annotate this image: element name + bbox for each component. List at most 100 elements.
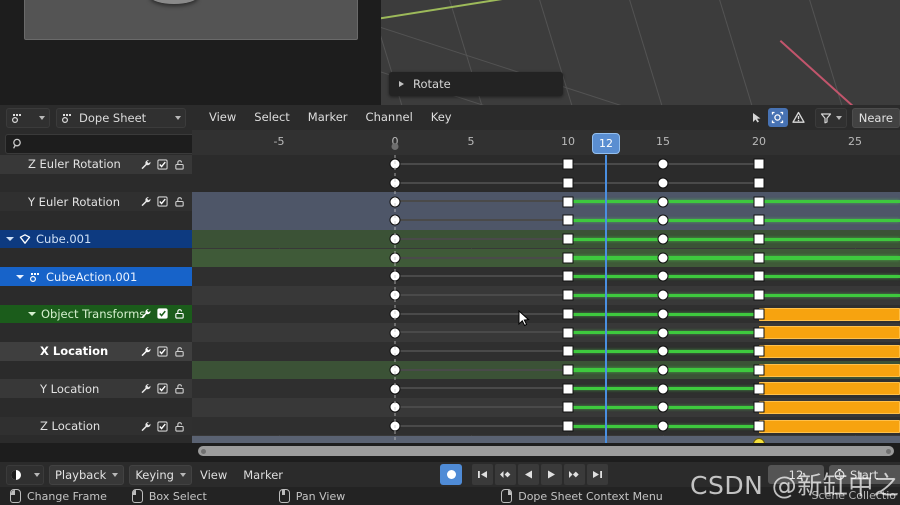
keyframe-row[interactable] [192, 173, 900, 193]
keyframe-row[interactable] [192, 342, 900, 361]
keyframe-row[interactable] [192, 360, 900, 380]
keyframe-row[interactable] [192, 285, 900, 305]
keyframe-square-selected[interactable] [562, 270, 574, 282]
play-button[interactable] [541, 464, 562, 485]
start-frame-field[interactable]: Start [829, 465, 900, 484]
expand-triangle-icon[interactable] [6, 237, 14, 242]
only-show-errors-button[interactable] [789, 108, 809, 127]
keyframe-row[interactable] [192, 192, 900, 212]
visibility-checkbox-icon[interactable] [157, 159, 168, 170]
keyframe-square-selected[interactable] [562, 383, 574, 395]
current-frame-indicator[interactable]: 12 [592, 133, 620, 154]
unlock-icon[interactable] [174, 383, 185, 394]
keyframe-circle[interactable] [657, 420, 669, 432]
unlock-icon[interactable] [174, 159, 185, 170]
editor-type-selector[interactable] [6, 107, 50, 128]
proportional-edit-button[interactable] [767, 108, 788, 127]
keyframe-row[interactable] [192, 323, 900, 342]
channel-row-action[interactable]: CubeAction.001 [0, 267, 192, 286]
next-keyframe-button[interactable] [564, 464, 585, 485]
keyframe-square-selected[interactable] [753, 158, 765, 170]
visibility-checkbox-icon[interactable] [157, 308, 168, 320]
timeline-menu-view[interactable]: View [192, 468, 235, 482]
keyframe-square-selected[interactable] [753, 214, 765, 226]
modifier-wrench-icon[interactable] [140, 421, 151, 432]
keyframe-square-selected[interactable] [562, 364, 574, 376]
channel-row-object-cube[interactable]: Cube.001 [0, 229, 192, 249]
keyframe-square-selected[interactable] [753, 327, 765, 339]
unlock-icon[interactable] [174, 308, 185, 320]
keyframe-row[interactable] [192, 267, 900, 286]
keyframe-square-selected[interactable] [753, 252, 765, 264]
keyframe-square-selected[interactable] [562, 214, 574, 226]
visibility-checkbox-icon[interactable] [157, 196, 168, 207]
playhead[interactable] [605, 155, 607, 443]
keyframe-square-selected[interactable] [753, 308, 765, 320]
keyframe-square-selected[interactable] [753, 177, 765, 189]
scrollbar-handle-left[interactable] [201, 448, 206, 454]
filter-button[interactable] [814, 107, 847, 128]
keyframe-circle[interactable] [657, 327, 669, 339]
keyframe-circle[interactable] [657, 345, 669, 357]
keyframe-circle[interactable] [657, 252, 669, 264]
visibility-checkbox-icon[interactable] [157, 420, 168, 432]
scrollbar-handle-right[interactable] [886, 448, 891, 454]
keyframe-row[interactable] [192, 398, 900, 417]
menu-select[interactable]: Select [245, 105, 298, 130]
previous-keyframe-button[interactable] [495, 464, 516, 485]
playback-menu[interactable]: Playback [49, 464, 125, 485]
current-frame-field[interactable]: 12 [768, 465, 824, 484]
cursor-arrow-icon-button[interactable] [747, 108, 767, 127]
keyframe-square-selected[interactable] [562, 420, 574, 432]
timeline-menu-marker[interactable]: Marker [235, 468, 291, 482]
visibility-checkbox-icon[interactable] [157, 346, 168, 357]
keyframe-circle[interactable] [657, 214, 669, 226]
channel-row[interactable]: Z Location [0, 416, 192, 436]
keyframe-circle[interactable] [657, 270, 669, 282]
keyframe-square-selected[interactable] [753, 383, 765, 395]
modifier-wrench-icon[interactable] [140, 346, 151, 357]
keyframe-yellow-selected[interactable] [753, 438, 765, 443]
keying-menu[interactable]: Keying [129, 464, 192, 485]
keyframe-square-selected[interactable] [753, 233, 765, 245]
keyframe-square-selected[interactable] [562, 252, 574, 264]
keyframe-square-selected[interactable] [753, 420, 765, 432]
menu-key[interactable]: Key [422, 105, 461, 130]
channel-row[interactable]: Y Location [0, 379, 192, 398]
modifier-wrench-icon[interactable] [140, 383, 151, 394]
search-input[interactable] [5, 133, 195, 154]
menu-marker[interactable]: Marker [299, 105, 357, 130]
keyframe-square-selected[interactable] [562, 233, 574, 245]
modifier-wrench-icon[interactable] [140, 159, 151, 170]
menu-view[interactable]: View [200, 105, 245, 130]
keyframe-row[interactable] [192, 304, 900, 324]
keyframe-row[interactable] [192, 155, 900, 174]
keyframe-square-selected[interactable] [753, 289, 765, 301]
horizontal-scrollbar[interactable] [198, 446, 894, 456]
jump-to-end-button[interactable] [587, 464, 608, 485]
keyframe-square-selected[interactable] [562, 308, 574, 320]
keyframe-circle[interactable] [657, 401, 669, 413]
keyframe-circle[interactable] [657, 289, 669, 301]
keyframe-row[interactable] [192, 229, 900, 249]
expand-triangle-icon[interactable] [16, 274, 24, 279]
auto-keying-toggle[interactable] [440, 464, 462, 485]
channel-row-group-object-transforms[interactable]: Object Transforms [0, 304, 192, 324]
channel-row-x-location[interactable]: X Location [0, 341, 192, 361]
keyframe-square-selected[interactable] [562, 177, 574, 189]
keyframe-square-selected[interactable] [753, 401, 765, 413]
keyframe-circle[interactable] [657, 364, 669, 376]
unlock-icon[interactable] [174, 346, 185, 357]
keyframe-square-selected[interactable] [753, 345, 765, 357]
keyframe-circle[interactable] [657, 383, 669, 395]
keyframe-circle[interactable] [657, 233, 669, 245]
keyframe-row[interactable] [192, 379, 900, 399]
keyframe-square-selected[interactable] [753, 270, 765, 282]
keyframe-circle[interactable] [657, 196, 669, 208]
unlock-icon[interactable] [174, 421, 185, 432]
keyframe-square-selected[interactable] [753, 364, 765, 376]
timeline-editor-type-selector[interactable] [6, 464, 44, 485]
mode-selector[interactable]: Dope Sheet [56, 107, 186, 128]
channel-row[interactable]: Z Euler Rotation [0, 155, 192, 174]
channel-list[interactable]: Z Euler Rotation Y Euler Rotation Cube.0… [0, 155, 192, 443]
